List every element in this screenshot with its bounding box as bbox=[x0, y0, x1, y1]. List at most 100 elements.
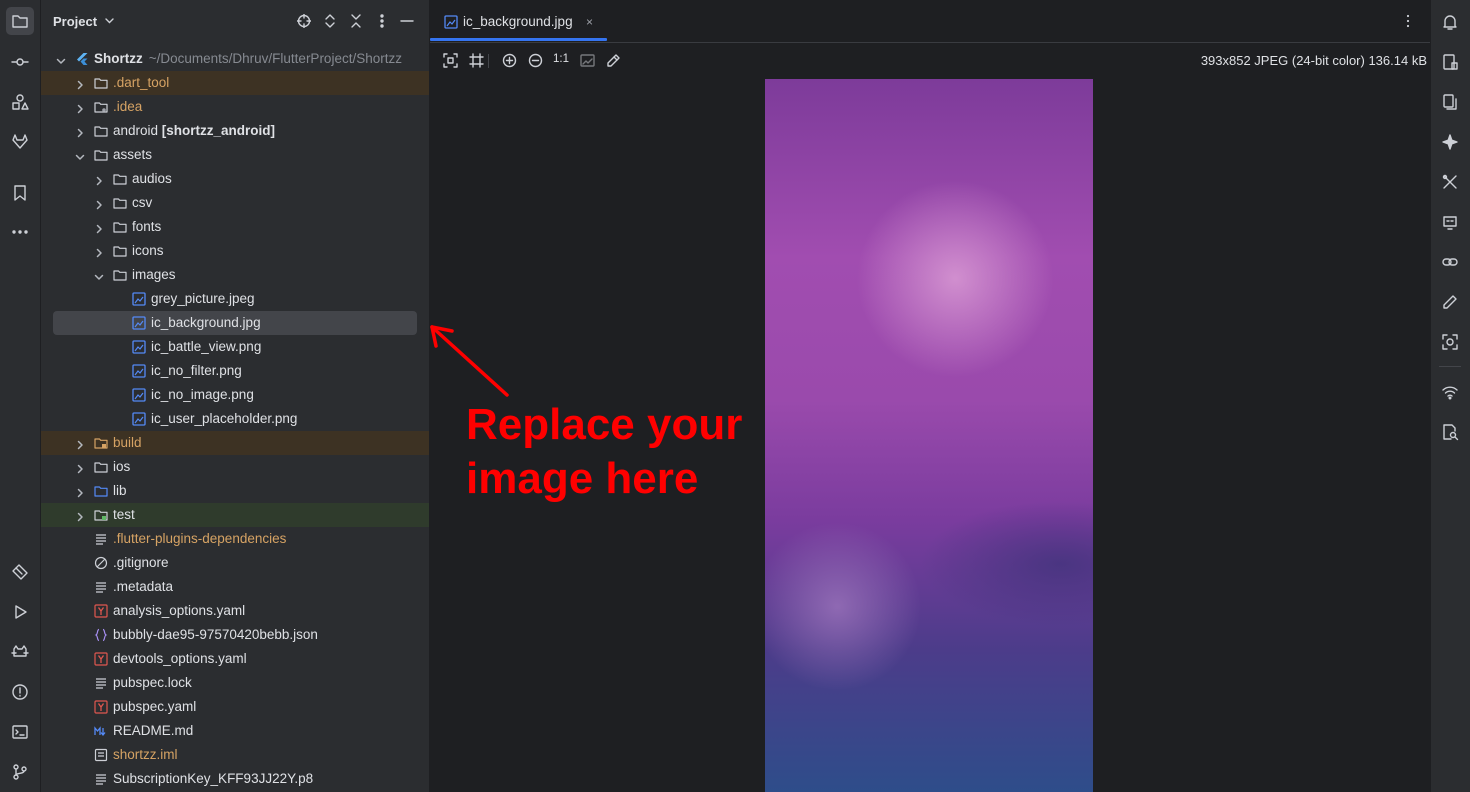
tree-folder-row[interactable]: .idea bbox=[41, 95, 429, 119]
gitlab-tool-button[interactable] bbox=[6, 128, 34, 156]
chevron-right-icon[interactable] bbox=[75, 126, 85, 138]
chevron-right-icon[interactable] bbox=[94, 246, 104, 258]
tree-file-row[interactable]: shortzz.iml bbox=[41, 743, 429, 767]
chevron-right-icon[interactable] bbox=[75, 462, 85, 474]
tree-folder-row[interactable]: audios bbox=[41, 167, 429, 191]
close-tab-button[interactable]: × bbox=[586, 15, 593, 29]
tree-item-name: csv bbox=[132, 195, 153, 210]
tree-file-row[interactable]: .flutter-plugins-dependencies bbox=[41, 527, 429, 551]
inspect-icon bbox=[1442, 334, 1458, 350]
locate-file-button[interactable] bbox=[295, 12, 313, 30]
git-tool-button[interactable] bbox=[6, 758, 34, 786]
tree-folder-row[interactable]: .dart_tool bbox=[41, 71, 429, 95]
bookmark-icon bbox=[14, 185, 26, 201]
problems-tool-button[interactable] bbox=[6, 678, 34, 706]
folder-icon bbox=[94, 76, 108, 90]
tree-file-row[interactable]: pubspec.yaml bbox=[41, 695, 429, 719]
grid-button[interactable] bbox=[468, 52, 484, 68]
device-explorer-button[interactable] bbox=[1436, 88, 1464, 116]
tree-file-row[interactable]: analysis_options.yaml bbox=[41, 599, 429, 623]
chevron-right-icon[interactable] bbox=[94, 174, 104, 186]
chevron-down-icon[interactable] bbox=[104, 15, 115, 26]
tree-folder-row[interactable]: Shortzz ~/Documents/Dhruv/FlutterProject/… bbox=[41, 47, 429, 71]
tree-folder-row[interactable]: android [shortzz_android] bbox=[41, 119, 429, 143]
collapse-icon bbox=[351, 14, 361, 28]
tree-file-row[interactable]: ic_background.jpg bbox=[41, 311, 429, 335]
structure-tool-button[interactable] bbox=[6, 88, 34, 116]
tree-file-row[interactable]: pubspec.lock bbox=[41, 671, 429, 695]
tree-folder-row[interactable]: ios bbox=[41, 455, 429, 479]
editor-tab[interactable]: ic_background.jpg × bbox=[430, 0, 607, 42]
network-inspector-button[interactable] bbox=[1436, 378, 1464, 406]
tree-file-row[interactable]: README.md bbox=[41, 719, 429, 743]
chevron-right-icon[interactable] bbox=[75, 102, 85, 114]
tree-folder-row[interactable]: lib bbox=[41, 479, 429, 503]
chevron-right-icon[interactable] bbox=[75, 78, 85, 90]
project-tool-button[interactable] bbox=[6, 7, 34, 35]
chevron-right-icon[interactable] bbox=[75, 486, 85, 498]
tree-file-row[interactable]: ic_battle_view.png bbox=[41, 335, 429, 359]
bookmarks-tool-button[interactable] bbox=[6, 179, 34, 207]
pencil-icon bbox=[1443, 295, 1457, 309]
tree-file-row[interactable]: .metadata bbox=[41, 575, 429, 599]
tree-folder-row[interactable]: fonts bbox=[41, 215, 429, 239]
tree-folder-row[interactable]: test bbox=[41, 503, 429, 527]
chevron-down-icon[interactable] bbox=[56, 54, 66, 64]
project-panel-title[interactable]: Project bbox=[53, 14, 97, 29]
folder-excluded-icon bbox=[94, 436, 108, 450]
crosshair-icon bbox=[297, 14, 311, 28]
zoom-in-button[interactable] bbox=[501, 52, 517, 68]
zoom-in-icon bbox=[502, 53, 516, 67]
background-toggle-button[interactable] bbox=[579, 52, 595, 68]
emulator-button[interactable] bbox=[1436, 208, 1464, 236]
problems-icon bbox=[12, 684, 28, 700]
tree-file-row[interactable]: ic_no_image.png bbox=[41, 383, 429, 407]
collapse-all-button[interactable] bbox=[347, 12, 365, 30]
plugins-tool-button[interactable] bbox=[6, 558, 34, 586]
tree-folder-row[interactable]: assets bbox=[41, 143, 429, 167]
tree-file-row[interactable]: ic_no_filter.png bbox=[41, 359, 429, 383]
edit-button[interactable] bbox=[1436, 288, 1464, 316]
tree-folder-row[interactable]: images bbox=[41, 263, 429, 287]
minimize-icon bbox=[400, 20, 414, 22]
logcat-tool-button[interactable] bbox=[6, 638, 34, 666]
run-tool-button[interactable] bbox=[6, 598, 34, 626]
terminal-tool-button[interactable] bbox=[6, 718, 34, 746]
app-links-button[interactable] bbox=[1436, 248, 1464, 276]
chevron-right-icon[interactable] bbox=[94, 222, 104, 234]
hide-panel-button[interactable] bbox=[398, 12, 416, 30]
tools-button[interactable] bbox=[1436, 168, 1464, 196]
expand-all-button[interactable] bbox=[321, 12, 339, 30]
more-vertical-icon[interactable] bbox=[1400, 13, 1416, 29]
zoom-out-button[interactable] bbox=[527, 52, 543, 68]
tree-file-row[interactable]: ic_user_placeholder.png bbox=[41, 407, 429, 431]
notifications-button[interactable] bbox=[1436, 8, 1464, 36]
tree-folder-row[interactable]: build bbox=[41, 431, 429, 455]
chevron-right-icon[interactable] bbox=[75, 510, 85, 522]
tree-item-label: devtools_options.yaml bbox=[113, 651, 247, 666]
tree-file-row[interactable]: bubbly-dae95-97570420bebb.json bbox=[41, 623, 429, 647]
tree-item-name: test bbox=[113, 507, 135, 522]
color-picker-button[interactable] bbox=[605, 52, 621, 68]
chevron-down-icon[interactable] bbox=[75, 150, 85, 160]
device-manager-button[interactable] bbox=[1436, 48, 1464, 76]
chevron-right-icon[interactable] bbox=[75, 438, 85, 450]
actual-size-button[interactable]: 1:1 bbox=[553, 53, 569, 65]
tree-folder-row[interactable]: icons bbox=[41, 239, 429, 263]
tree-file-row[interactable]: devtools_options.yaml bbox=[41, 647, 429, 671]
tree-file-row[interactable]: .gitignore bbox=[41, 551, 429, 575]
file-search-button[interactable] bbox=[1436, 418, 1464, 446]
tree-folder-row[interactable]: csv bbox=[41, 191, 429, 215]
more-tools-button[interactable] bbox=[6, 218, 34, 246]
chevron-down-icon[interactable] bbox=[94, 270, 104, 280]
ai-assistant-button[interactable] bbox=[1436, 128, 1464, 156]
tree-file-row[interactable]: grey_picture.jpeg bbox=[41, 287, 429, 311]
image-preview bbox=[765, 79, 1093, 792]
inspector-button[interactable] bbox=[1436, 328, 1464, 356]
commit-tool-button[interactable] bbox=[6, 48, 34, 76]
tree-file-row[interactable]: SubscriptionKey_KFF93JJ22Y.p8 bbox=[41, 767, 429, 791]
tree-item-name: .gitignore bbox=[113, 555, 169, 570]
chevron-right-icon[interactable] bbox=[94, 198, 104, 210]
panel-options-button[interactable] bbox=[373, 12, 391, 30]
fit-zoom-button[interactable] bbox=[442, 52, 458, 68]
